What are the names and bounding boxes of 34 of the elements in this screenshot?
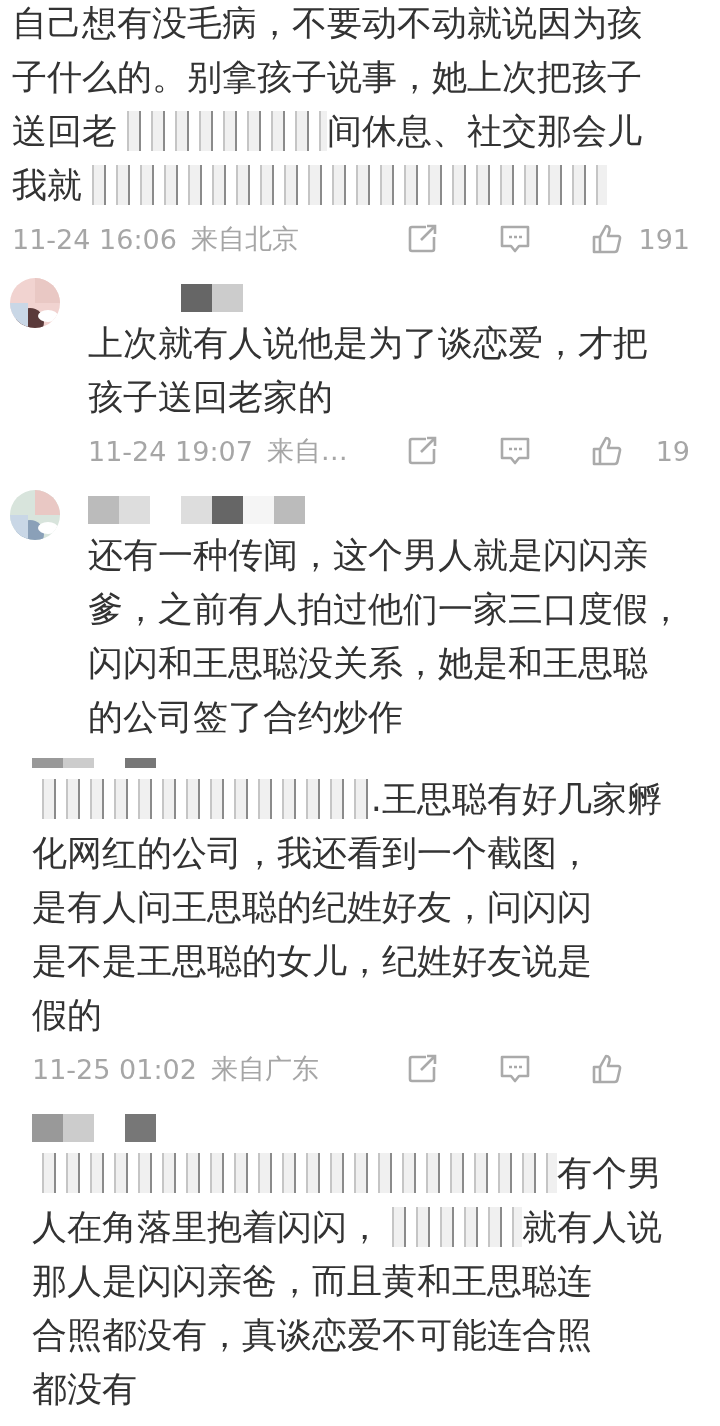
comment-text: .王思聪有好几家孵 bbox=[370, 778, 662, 821]
comment-text: 化网红的公司，我还看到一个截图， bbox=[32, 832, 592, 875]
comment-text: 上次就有人说他是为了谈恋爱，才把 bbox=[88, 322, 648, 365]
like-count: 191 bbox=[637, 223, 690, 255]
like-count: 19 bbox=[654, 435, 690, 467]
comment-location: 来自广东 bbox=[210, 1052, 319, 1086]
thumbs-up-icon[interactable] bbox=[590, 222, 624, 256]
comment-text: 爹，之前有人拍过他们一家三口度假， bbox=[88, 588, 683, 631]
comment-text: 送回老 bbox=[12, 110, 117, 153]
comment-text: 那人是闪闪亲爸，而且黄和王思聪连 bbox=[32, 1260, 592, 1303]
comment-time: 11-24 16:06 bbox=[12, 223, 177, 255]
comment-text: 还有一种传闻，这个男人就是闪闪亲 bbox=[88, 534, 648, 577]
comment-text: 孩子送回老家的 bbox=[88, 376, 333, 419]
comment-text: 合照都没有，真谈恋爱不可能连合照 bbox=[32, 1314, 592, 1357]
comment-time: 11-25 01:02 bbox=[32, 1053, 197, 1085]
comment-text: 就有人说 bbox=[522, 1206, 662, 1249]
comment-location: 来自… bbox=[266, 434, 348, 468]
comment-text: 假的 bbox=[32, 994, 102, 1037]
comment-text: 都没有 bbox=[32, 1368, 137, 1411]
comment-time: 11-24 19:07 bbox=[88, 435, 253, 467]
thumbs-up-icon[interactable] bbox=[590, 434, 624, 468]
comment-text: 我就 bbox=[12, 164, 82, 207]
comment-text: 自己想有没毛病，不要动不动就说因为孩 bbox=[12, 2, 642, 45]
comment-text: 是有人问王思聪的纪姓好友，问闪闪 bbox=[32, 886, 592, 929]
comment-text: 子什么的。别拿孩子说事，她上次把孩子 bbox=[12, 56, 642, 99]
thumbs-up-icon[interactable] bbox=[590, 1052, 624, 1086]
comment-text: 是不是王思聪的女儿，纪姓好友说是 bbox=[32, 940, 592, 983]
comment-text: 的公司签了合约炒作 bbox=[88, 696, 403, 739]
comment-text: 人在角落里抱着闪闪， bbox=[32, 1206, 382, 1249]
redacted-username bbox=[181, 284, 243, 312]
comment-text: 有个男 bbox=[557, 1152, 662, 1195]
comment-text: 闪闪和王思聪没关系，她是和王思聪 bbox=[88, 642, 648, 685]
comment-location: 来自北京 bbox=[190, 222, 299, 256]
comment-text: 间休息、社交那会儿 bbox=[327, 110, 642, 153]
